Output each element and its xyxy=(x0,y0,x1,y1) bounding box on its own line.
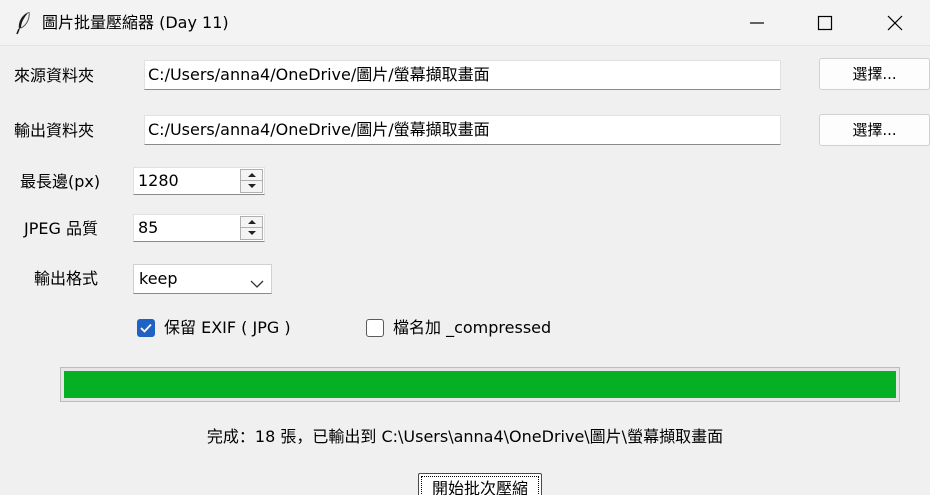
output-folder-input[interactable]: C:/Users/anna4/OneDrive/圖片/螢幕擷取畫面 xyxy=(144,115,781,145)
jpeg-quality-decrement-button[interactable] xyxy=(241,228,262,239)
maximize-button[interactable] xyxy=(790,0,860,46)
jpeg-quality-stepper[interactable] xyxy=(240,216,263,240)
keep-exif-label: 保留 EXIF ( JPG ) xyxy=(164,318,291,337)
status-message: 完成：18 張，已輸出到 C:\Users\anna4\OneDrive\圖片\… xyxy=(206,427,724,446)
output-format-value: keep xyxy=(139,269,178,288)
jpeg-quality-label: JPEG 品質 xyxy=(24,219,98,238)
max-edge-stepper[interactable] xyxy=(240,169,263,193)
max-edge-label: 最長邊(px) xyxy=(20,172,101,191)
arrow-up-icon xyxy=(248,173,256,177)
arrow-down-icon xyxy=(248,231,256,235)
source-browse-button[interactable]: 選擇... xyxy=(819,58,930,90)
close-button[interactable] xyxy=(860,0,930,46)
keep-exif-checkbox[interactable]: 保留 EXIF ( JPG ) xyxy=(137,318,337,340)
start-batch-button[interactable]: 開始批次壓縮 xyxy=(418,473,542,495)
source-folder-input[interactable]: C:/Users/anna4/OneDrive/圖片/螢幕擷取畫面 xyxy=(144,60,781,90)
max-edge-spinbox[interactable]: 1280 xyxy=(133,167,265,195)
progress-bar xyxy=(60,367,900,402)
checkbox-unchecked-icon[interactable] xyxy=(366,319,384,337)
source-folder-label: 來源資料夾 xyxy=(14,66,95,85)
checkbox-checked-icon[interactable] xyxy=(137,319,155,337)
feather-icon xyxy=(15,11,33,35)
output-browse-button[interactable]: 選擇... xyxy=(819,114,930,146)
arrow-down-icon xyxy=(248,184,256,188)
jpeg-quality-value[interactable]: 85 xyxy=(138,218,158,238)
minimize-button[interactable] xyxy=(722,0,792,46)
title-bar[interactable]: 圖片批量壓縮器 (Day 11) xyxy=(0,0,930,46)
output-format-label: 輸出格式 xyxy=(34,269,99,288)
max-edge-increment-button[interactable] xyxy=(241,170,262,181)
jpeg-quality-increment-button[interactable] xyxy=(241,217,262,228)
chevron-down-icon xyxy=(250,274,264,293)
append-suffix-label: 檔名加 _compressed xyxy=(393,318,552,337)
arrow-up-icon xyxy=(248,220,256,224)
append-suffix-checkbox[interactable]: 檔名加 _compressed xyxy=(366,318,596,340)
max-edge-value[interactable]: 1280 xyxy=(138,171,179,191)
output-format-select[interactable]: keep xyxy=(133,264,272,294)
progress-fill xyxy=(64,371,896,398)
jpeg-quality-spinbox[interactable]: 85 xyxy=(133,214,265,242)
max-edge-decrement-button[interactable] xyxy=(241,181,262,192)
output-folder-label: 輸出資料夾 xyxy=(14,121,95,140)
window-title: 圖片批量壓縮器 (Day 11) xyxy=(42,13,229,32)
